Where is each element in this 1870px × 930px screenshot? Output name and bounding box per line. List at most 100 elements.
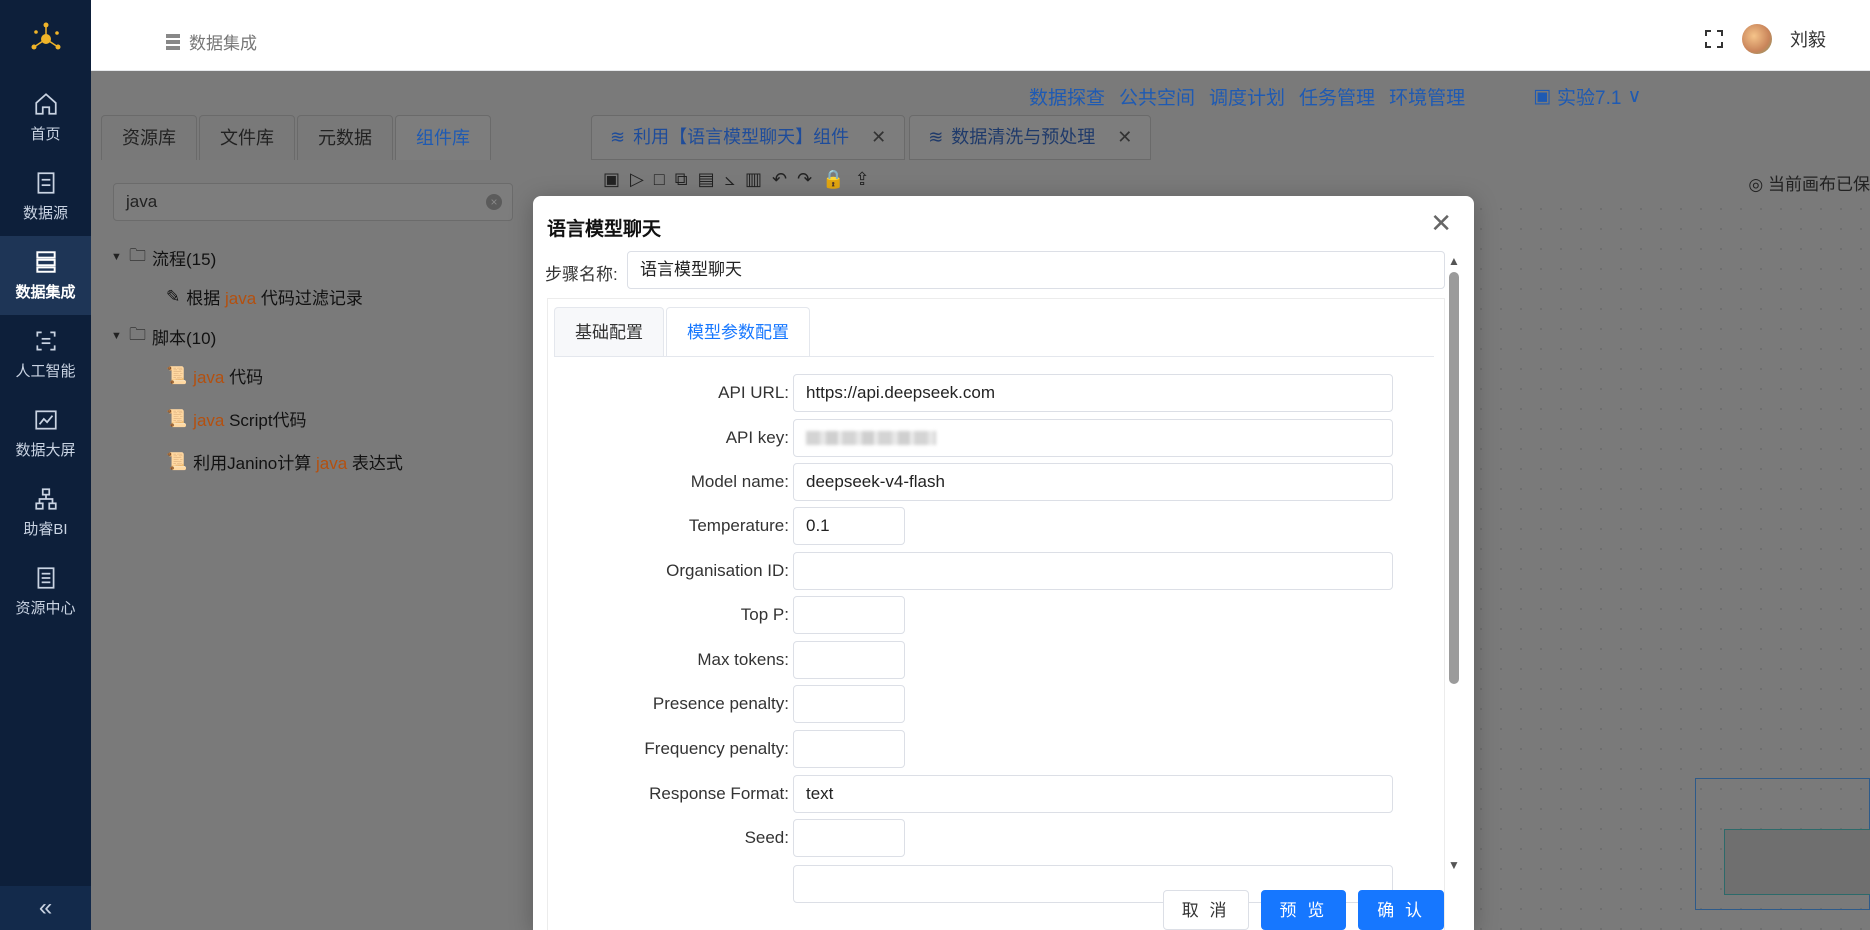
seed-input[interactable] — [793, 819, 905, 857]
tab-metadata[interactable]: 元数据 — [297, 115, 393, 160]
form-row-response-format: Response Format: text — [548, 775, 1393, 813]
menu-link-task[interactable]: 任务管理 — [1299, 83, 1375, 110]
close-icon[interactable]: ✕ — [1430, 210, 1452, 236]
menu-link-public-space[interactable]: 公共空间 — [1119, 83, 1195, 110]
canvas-toolbar: ▣ ▷ □ ⧉ ▤ ⦣ ▥ ↶ ↷ 🔒 ⇪ — [591, 160, 1870, 198]
scroll-thumb[interactable] — [1449, 272, 1459, 684]
sidebar-item-ai[interactable]: 人工智能 — [0, 315, 91, 394]
form-scrollbar[interactable]: ▲ ▼ — [1448, 254, 1460, 872]
tab-file-lib[interactable]: 文件库 — [199, 115, 295, 160]
run-icon[interactable]: ▷ — [630, 169, 644, 190]
folder-icon: 🗀 — [129, 324, 146, 344]
breadcrumb-label: 数据集成 — [189, 34, 257, 53]
scroll-up-icon[interactable]: ▲ — [1448, 254, 1460, 268]
align-icon[interactable]: ▤ — [698, 169, 715, 190]
logo[interactable] — [0, 0, 91, 78]
preview-icon[interactable]: ⧉ — [675, 169, 688, 190]
upload-icon[interactable]: ⇪ — [855, 169, 870, 190]
tree-item[interactable]: 📜 利用Janino计算 java 表达式 — [166, 440, 403, 483]
sidebar-item-resource[interactable]: 资源中心 — [0, 552, 91, 631]
tree-group-script[interactable]: ▼ 🗀 脚本(10) — [111, 318, 403, 354]
user-name[interactable]: 刘毅 — [1790, 26, 1826, 52]
sidebar-item-label: 助睿BI — [23, 521, 68, 538]
collapse-sidebar-button[interactable]: « — [0, 886, 91, 930]
save-icon[interactable]: ▣ — [603, 169, 620, 190]
minimap[interactable] — [1695, 778, 1870, 910]
sidebar-item-dashboard[interactable]: 数据大屏 — [0, 394, 91, 473]
form-row-org-id: Organisation ID: — [548, 552, 1393, 590]
cancel-button[interactable]: 取 消 — [1162, 890, 1249, 930]
lock-icon[interactable]: 🔒 — [822, 169, 844, 190]
org-id-input[interactable] — [793, 552, 1393, 590]
script-icon: 📜 — [166, 408, 188, 428]
scroll-down-icon[interactable]: ▼ — [1448, 858, 1460, 872]
canvas-tabs: ≋ 利用【语言模型聊天】组件 ✕ ≋ 数据清洗与预处理 ✕ — [591, 115, 1155, 160]
logo-icon — [31, 22, 60, 50]
max-tokens-label: Max tokens: — [697, 650, 789, 669]
component-search-input[interactable]: java × — [113, 183, 513, 221]
close-icon[interactable]: ✕ — [871, 115, 886, 160]
project-icon: ▣ — [1533, 86, 1552, 107]
form-row-presence-penalty: Presence penalty: — [548, 685, 905, 723]
presence-penalty-label: Presence penalty: — [652, 694, 789, 713]
tree-item[interactable]: 📜 java 代码 — [166, 354, 403, 397]
api-key-input[interactable] — [793, 419, 1393, 457]
tree-item[interactable]: ✎ 根据 java 代码过滤记录 — [166, 275, 403, 318]
top-p-input[interactable] — [793, 596, 905, 634]
undo-icon[interactable]: ↶ — [772, 169, 787, 190]
saved-status: ◎ 当前画布已保 — [1748, 170, 1870, 195]
axis-icon[interactable]: ⦣ — [725, 169, 735, 190]
tree-item-label: java Script代码 — [193, 411, 307, 430]
tab-canvas-llm[interactable]: ≋ 利用【语言模型聊天】组件 ✕ — [591, 115, 906, 160]
step-name-input[interactable]: 语言模型聊天 — [627, 251, 1445, 289]
redo-icon[interactable]: ↷ — [797, 169, 812, 190]
org-id-label: Organisation ID: — [666, 561, 789, 580]
ai-icon — [35, 331, 56, 351]
header-right: 刘毅 — [1704, 24, 1826, 54]
top-header: 数据集成 刘毅 — [91, 0, 1870, 71]
caret-down-icon[interactable]: ▼ — [111, 330, 123, 342]
flow-icon: ≋ — [928, 127, 944, 147]
org-chart-icon — [34, 488, 57, 510]
tab-canvas-cleaning[interactable]: ≋ 数据清洗与预处理 ✕ — [909, 115, 1152, 160]
menu-link-env[interactable]: 环境管理 — [1389, 83, 1465, 110]
stop-icon[interactable]: □ — [654, 169, 665, 190]
sidebar-item-integration[interactable]: 数据集成 — [0, 236, 91, 315]
max-tokens-input[interactable] — [793, 641, 905, 679]
sidebar-item-home[interactable]: 首页 — [0, 78, 91, 157]
tree-group-flow[interactable]: ▼ 🗀 流程(15) — [111, 239, 403, 275]
api-key-label: API key: — [725, 428, 789, 447]
integration-icon — [166, 33, 180, 50]
grid-icon[interactable]: ▥ — [745, 169, 762, 190]
minimap-viewport[interactable] — [1724, 829, 1870, 895]
response-format-input[interactable]: text — [793, 775, 1393, 813]
sidebar-item-label: 数据大屏 — [15, 442, 76, 459]
tab-model-params[interactable]: 模型参数配置 — [666, 307, 810, 357]
confirm-button[interactable]: 确 认 — [1358, 890, 1444, 930]
tab-label: 数据清洗与预处理 — [951, 127, 1096, 147]
api-url-input[interactable]: https://api.deepseek.com — [793, 374, 1393, 412]
close-icon[interactable]: ✕ — [1117, 115, 1132, 160]
caret-down-icon[interactable]: ▼ — [111, 251, 123, 263]
fullscreen-icon[interactable] — [1704, 29, 1724, 49]
tab-component-lib[interactable]: 组件库 — [395, 115, 491, 160]
config-tabs: 基础配置 模型参数配置 — [554, 307, 812, 357]
sidebar-item-datasource[interactable]: 数据源 — [0, 157, 91, 236]
tree-item[interactable]: 📜 java Script代码 — [166, 397, 403, 440]
model-name-input[interactable]: deepseek-v4-flash — [793, 463, 1393, 501]
tab-basic-config[interactable]: 基础配置 — [554, 307, 664, 357]
frequency-penalty-input[interactable] — [793, 730, 905, 768]
avatar[interactable] — [1742, 24, 1772, 54]
menu-link-schedule[interactable]: 调度计划 — [1209, 83, 1285, 110]
menu-link-explore[interactable]: 数据探查 — [1029, 83, 1105, 110]
form-row-max-tokens: Max tokens: — [548, 641, 905, 679]
tab-resource-lib[interactable]: 资源库 — [101, 115, 197, 160]
seed-label: Seed: — [744, 828, 789, 847]
experiment-selector[interactable]: ▣ 实验7.1 ∨ — [1533, 83, 1641, 110]
clear-icon[interactable]: × — [486, 194, 502, 210]
dialog-footer: 取 消 预 览 确 认 — [1162, 890, 1444, 930]
temperature-input[interactable]: 0.1 — [793, 507, 905, 545]
presence-penalty-input[interactable] — [793, 685, 905, 723]
sidebar-item-bi[interactable]: 助睿BI — [0, 473, 91, 552]
preview-button[interactable]: 预 览 — [1260, 890, 1347, 930]
